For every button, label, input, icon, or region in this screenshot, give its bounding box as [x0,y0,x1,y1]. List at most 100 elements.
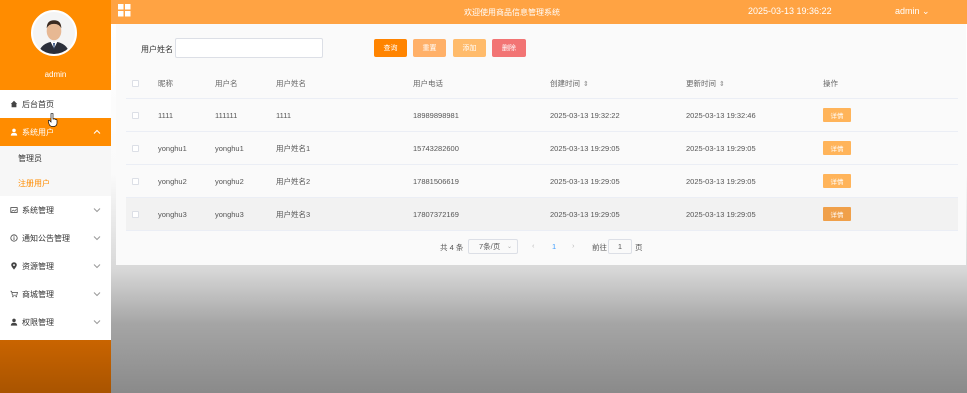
column-header: 昵称 [158,79,173,88]
column-header: 操作 [823,79,838,88]
cell-fullname: 用户姓名1 [276,143,311,153]
cell-phone: 17881506619 [413,176,459,186]
row-select-cell [132,132,139,164]
cell-updated: 2025-03-13 19:32:46 [686,110,756,120]
page-size-value: 7条/页 [479,242,501,251]
table-row: yonghu3 yonghu3 用户姓名3 17807372169 2025-0… [126,198,958,231]
sortable-column-header[interactable]: 创建时间 ⇕ [550,69,589,98]
cell-fullname: 用户姓名3 [276,209,311,219]
cell-created: 2025-03-13 19:29:05 [550,176,620,186]
action-cell: 详情 [823,99,851,131]
page-number-current[interactable]: 1 [552,242,556,251]
cell-username: yonghu2 [215,176,244,186]
cell-phone: 15743282600 [413,143,459,153]
goto-label: 前往 [592,243,607,252]
detail-button[interactable]: 详情 [823,141,851,155]
action-cell: 详情 [823,132,851,164]
cell-updated: 2025-03-13 19:29:05 [686,209,756,219]
action-cell: 详情 [823,165,851,197]
row-checkbox[interactable] [132,177,139,185]
image-icon [9,205,19,215]
cell-nickname: 1111 [158,110,174,120]
delete-button[interactable]: 删除 [492,39,526,57]
table-row: 1111 111111 1111 18989898981 2025-03-13 … [126,99,958,132]
row-select-cell [132,165,139,197]
cell-fullname: 用户姓名2 [276,176,311,186]
cell-nickname: yonghu3 [158,209,187,219]
location-icon [9,261,19,271]
row-checkbox[interactable] [132,111,139,119]
sortable-column-header[interactable]: 更新时间 ⇕ [686,69,725,98]
avatar[interactable] [31,10,77,56]
menu-item-mall-management[interactable]: 商城管理 [0,280,111,308]
chevron-down-icon: ⌄ [922,6,930,16]
menu-item-notice-management[interactable]: 通知公告管理 [0,224,111,252]
search-label: 用户姓名 [141,45,173,54]
home-icon [9,99,19,109]
cell-created: 2025-03-13 19:32:22 [550,110,620,120]
chevron-down-icon [93,264,101,269]
chevron-down-icon: ⌄ [506,244,512,250]
detail-button[interactable]: 详情 [823,108,851,122]
chevron-down-icon [93,208,101,213]
detail-button[interactable]: 详情 [823,174,851,188]
menu-label: 后台首页 [22,99,54,109]
add-button[interactable]: 添加 [453,39,486,57]
sub-item-registered-users[interactable]: 注册用户 [0,171,111,196]
reset-button[interactable]: 重置 [413,39,446,57]
next-page-icon[interactable]: › [572,241,575,250]
query-button[interactable]: 查询 [374,39,407,57]
row-checkbox[interactable] [132,210,139,218]
cell-username: 111111 [215,110,238,120]
user-menu-label: admin [895,6,920,16]
user-icon [9,317,19,327]
cell-phone: 18989898981 [413,110,459,120]
menu-label: 资源管理 [22,261,54,271]
cell-updated: 2025-03-13 19:29:05 [686,143,756,153]
user-table: 昵称 用户名 用户姓名 用户电话 创建时间 ⇕ 更新时间 ⇕ 操作 1111 111… [126,69,958,231]
search-input[interactable] [175,38,323,58]
menu-label: 权限管理 [22,317,54,327]
chevron-down-icon [93,292,101,297]
menu-item-permission-management[interactable]: 权限管理 [0,308,111,336]
row-select-cell [132,99,139,131]
menu-label: 通知公告管理 [22,233,70,243]
cell-nickname: yonghu2 [158,176,187,186]
detail-button[interactable]: 详情 [823,207,851,221]
page-size-select[interactable]: 7条/页 ⌄ [468,239,518,254]
grid-menu-icon[interactable] [118,4,131,17]
menu-item-system-management[interactable]: 系统管理 [0,196,111,224]
chevron-up-icon [93,129,101,134]
main-content: 用户姓名 查询 重置 添加 删除 昵称 用户名 用户姓名 用户电话 创建时间 ⇕ … [111,24,967,393]
cell-username: yonghu3 [215,209,244,219]
column-header-label: 创建时间 [550,79,580,88]
select-all-cell [132,69,139,98]
total-count: 共 4 条 [440,243,464,252]
column-header: 用户名 [215,79,238,88]
cell-nickname: yonghu1 [158,143,187,153]
user-list-card: 用户姓名 查询 重置 添加 删除 昵称 用户名 用户姓名 用户电话 创建时间 ⇕ … [116,24,966,265]
row-checkbox[interactable] [132,144,139,152]
sort-icon[interactable]: ⇕ [719,80,725,88]
goto-page-input[interactable]: 1 [608,239,632,254]
sort-icon[interactable]: ⇕ [583,80,589,88]
select-all-checkbox[interactable] [132,80,139,87]
sidebar: admin 后台首页 系统用户 管理员 注册用户 系统管理 通知公告管理 资源管… [0,0,111,393]
cell-created: 2025-03-13 19:29:05 [550,143,620,153]
column-header-label: 更新时间 [686,79,716,88]
column-header: 用户电话 [413,79,443,88]
user-menu[interactable]: admin ⌄ [895,6,930,17]
action-cell: 详情 [823,198,851,230]
info-icon [9,233,19,243]
prev-page-icon[interactable]: ‹ [532,241,535,250]
pagination: 共 4 条 7条/页 ⌄ ‹ 1 › 前往 1 页 [116,239,966,255]
menu-item-resource-management[interactable]: 资源管理 [0,252,111,280]
admin-name: admin [44,70,67,79]
sub-item-administrators[interactable]: 管理员 [0,146,111,171]
cell-phone: 17807372169 [413,209,459,219]
chevron-down-icon [93,236,101,241]
table-row: yonghu1 yonghu1 用户姓名1 15743282600 2025-0… [126,132,958,165]
user-icon [9,127,19,137]
page-unit-label: 页 [635,243,643,252]
column-header: 用户姓名 [276,79,306,88]
